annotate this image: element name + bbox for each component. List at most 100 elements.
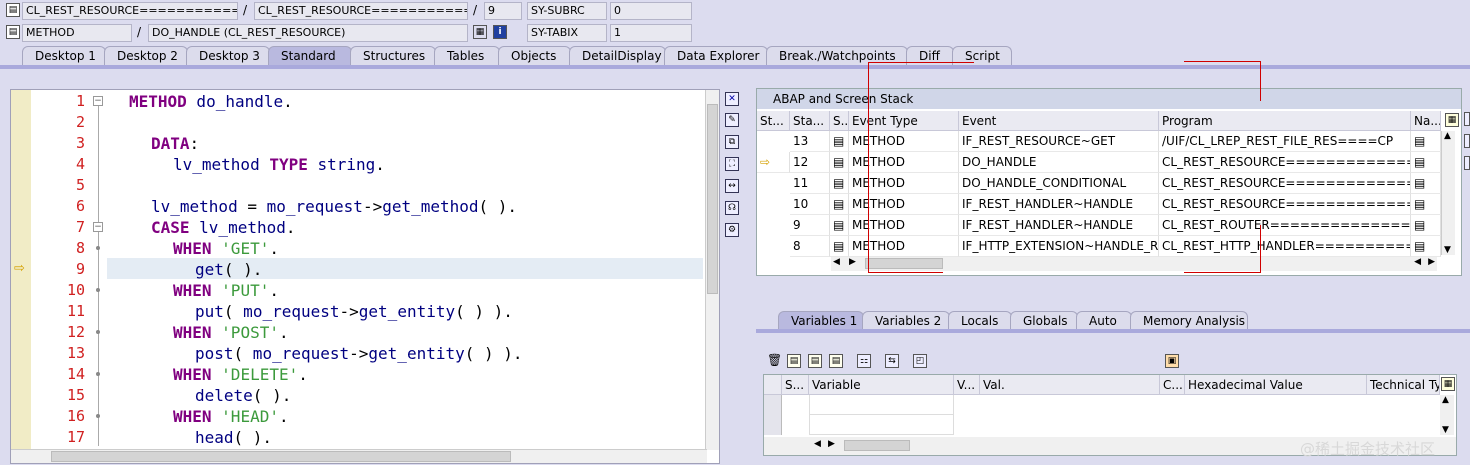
- column-header[interactable]: S...: [830, 111, 849, 131]
- scroll-up-icon[interactable]: ▲: [1442, 395, 1449, 405]
- table-settings-icon[interactable]: ▦: [1445, 113, 1459, 127]
- tab-variables-1[interactable]: Variables 1: [778, 311, 864, 331]
- source-code-editor[interactable]: ⇨ 1 2 3 4 5 6 7 8 9 10 11 12 13 14 15 16…: [10, 89, 720, 464]
- column-header[interactable]: Hexadecimal Value: [1185, 375, 1367, 395]
- column-header[interactable]: Program: [1159, 111, 1411, 131]
- info-icon[interactable]: i: [493, 25, 507, 39]
- tab-script[interactable]: Script: [952, 46, 1012, 66]
- fold-toggle-icon[interactable]: −: [93, 96, 103, 106]
- editor-horizontal-scrollbar[interactable]: [11, 449, 707, 463]
- stack-vertical-scrollbar[interactable]: ▲ ▼: [1441, 131, 1455, 255]
- scroll-left-icon[interactable]: ◀: [1414, 257, 1421, 267]
- event-type-field[interactable]: METHOD: [22, 24, 132, 42]
- close-icon[interactable]: ✕: [725, 92, 739, 106]
- tab-memory-analysis[interactable]: Memory Analysis: [1130, 311, 1248, 331]
- column-header[interactable]: S...: [782, 375, 809, 395]
- tab-tables[interactable]: Tables: [434, 46, 500, 66]
- scroll-down-icon[interactable]: ▼: [1444, 245, 1451, 255]
- tab-globals[interactable]: Globals: [1010, 311, 1078, 331]
- scroll-down-icon[interactable]: ▼: [1442, 425, 1449, 435]
- scroll-left-icon[interactable]: ◀: [833, 257, 840, 267]
- var1-value-field[interactable]: 0: [610, 2, 692, 20]
- tab-diff[interactable]: Diff: [906, 46, 954, 66]
- method-icon: ▤: [830, 194, 849, 215]
- variable-input[interactable]: [809, 415, 954, 435]
- tab-desktop-1[interactable]: Desktop 1: [22, 46, 106, 66]
- scroll-left-icon[interactable]: ◀: [814, 439, 821, 449]
- line-number: 12: [66, 323, 85, 341]
- column-header[interactable]: St...: [757, 111, 790, 131]
- column-header[interactable]: Technical Ty: [1367, 375, 1440, 395]
- column-header[interactable]: Event Type: [849, 111, 959, 131]
- editor-vertical-scrollbar[interactable]: [705, 90, 719, 450]
- line-number-field[interactable]: 9: [484, 2, 522, 20]
- navigate-icon[interactable]: ▤: [1411, 131, 1441, 152]
- var2-name-field[interactable]: SY-TABIX: [527, 24, 607, 42]
- side-icon[interactable]: [1464, 156, 1470, 170]
- tab-desktop-2[interactable]: Desktop 2: [104, 46, 188, 66]
- scroll-thumb[interactable]: [844, 440, 910, 451]
- new-session-icon[interactable]: ✎: [725, 113, 739, 127]
- stack-horizontal-scrollbar[interactable]: ◀ ▶ ◀ ▶: [831, 257, 1437, 271]
- event-name-field[interactable]: DO_HANDLE (CL_REST_RESOURCE): [148, 24, 468, 42]
- navigate-icon[interactable]: ▤: [1411, 215, 1441, 236]
- tab-breakpoints[interactable]: Break./Watchpoints: [766, 46, 908, 66]
- var1-name-field[interactable]: SY-SUBRC: [527, 2, 607, 20]
- export-icon[interactable]: ▤: [808, 354, 822, 368]
- navigate-icon[interactable]: ▤: [1411, 194, 1441, 215]
- navigate-icon[interactable]: ▤: [1411, 173, 1441, 194]
- display-icon[interactable]: ▦: [473, 25, 487, 39]
- column-header[interactable]: Sta...: [790, 111, 830, 131]
- column-header[interactable]: V...: [954, 375, 980, 395]
- tab-detaildisplay[interactable]: DetailDisplay: [569, 46, 666, 66]
- scroll-up-icon[interactable]: ▲: [1444, 131, 1451, 141]
- expand-width-icon[interactable]: ↔: [725, 179, 739, 193]
- settings-icon[interactable]: ⚙: [725, 223, 739, 237]
- program-field[interactable]: CL_REST_RESOURCE===============...: [22, 2, 238, 20]
- scroll-right-icon[interactable]: ▶: [1428, 257, 1435, 267]
- save-icon[interactable]: ▣: [1165, 354, 1179, 368]
- structure-icon[interactable]: ⚏: [857, 354, 871, 368]
- headset-icon[interactable]: ☊: [725, 201, 739, 215]
- tab-desktop-3[interactable]: Desktop 3: [186, 46, 270, 66]
- fullscreen-icon[interactable]: ⛶: [725, 157, 739, 171]
- clear-icon[interactable]: ▤: [829, 354, 843, 368]
- navigate-icon[interactable]: ▤: [1411, 236, 1441, 257]
- row-selector-header[interactable]: [764, 375, 782, 395]
- variables-vertical-scrollbar[interactable]: ▲ ▼: [1440, 395, 1454, 435]
- column-header[interactable]: Event: [959, 111, 1159, 131]
- row-selectors[interactable]: [764, 395, 782, 435]
- scroll-right-icon[interactable]: ▶: [849, 257, 856, 267]
- tab-standard[interactable]: Standard: [268, 46, 352, 66]
- scroll-right-icon[interactable]: ▶: [828, 439, 835, 449]
- var2-value-field[interactable]: 1: [610, 24, 692, 42]
- include-field[interactable]: CL_REST_RESOURCE================...: [254, 2, 468, 20]
- tab-variables-2[interactable]: Variables 2: [862, 311, 950, 331]
- column-header[interactable]: Val.: [980, 375, 1160, 395]
- column-header[interactable]: Na...: [1411, 111, 1441, 131]
- table-settings-icon[interactable]: ▦: [1441, 377, 1455, 391]
- tab-structures[interactable]: Structures: [350, 46, 436, 66]
- move-icon[interactable]: ◰: [913, 354, 927, 368]
- scroll-thumb[interactable]: [51, 451, 511, 462]
- stack-level: 8: [790, 236, 830, 257]
- side-icon[interactable]: [1464, 112, 1470, 126]
- scroll-thumb[interactable]: [865, 258, 943, 269]
- side-icon[interactable]: [1464, 134, 1470, 148]
- breakpoint-gutter[interactable]: ⇨: [11, 90, 31, 463]
- tab-data-explorer[interactable]: Data Explorer: [664, 46, 768, 66]
- scroll-thumb[interactable]: [707, 104, 718, 294]
- variable-input[interactable]: [809, 395, 954, 415]
- fold-toggle-icon[interactable]: −: [93, 222, 103, 232]
- tab-locals[interactable]: Locals: [948, 311, 1012, 331]
- column-header[interactable]: C...: [1160, 375, 1185, 395]
- navigate-icon[interactable]: ⇆: [885, 354, 899, 368]
- navigate-icon[interactable]: ▤: [1411, 152, 1441, 173]
- import-icon[interactable]: ▤: [787, 354, 801, 368]
- tab-objects[interactable]: Objects: [498, 46, 571, 66]
- copy-icon[interactable]: ⧉: [725, 135, 739, 149]
- annotation-line: [1260, 225, 1261, 273]
- tab-auto[interactable]: Auto: [1076, 311, 1132, 331]
- delete-icon[interactable]: 🗑: [767, 354, 782, 368]
- column-header[interactable]: Variable: [809, 375, 954, 395]
